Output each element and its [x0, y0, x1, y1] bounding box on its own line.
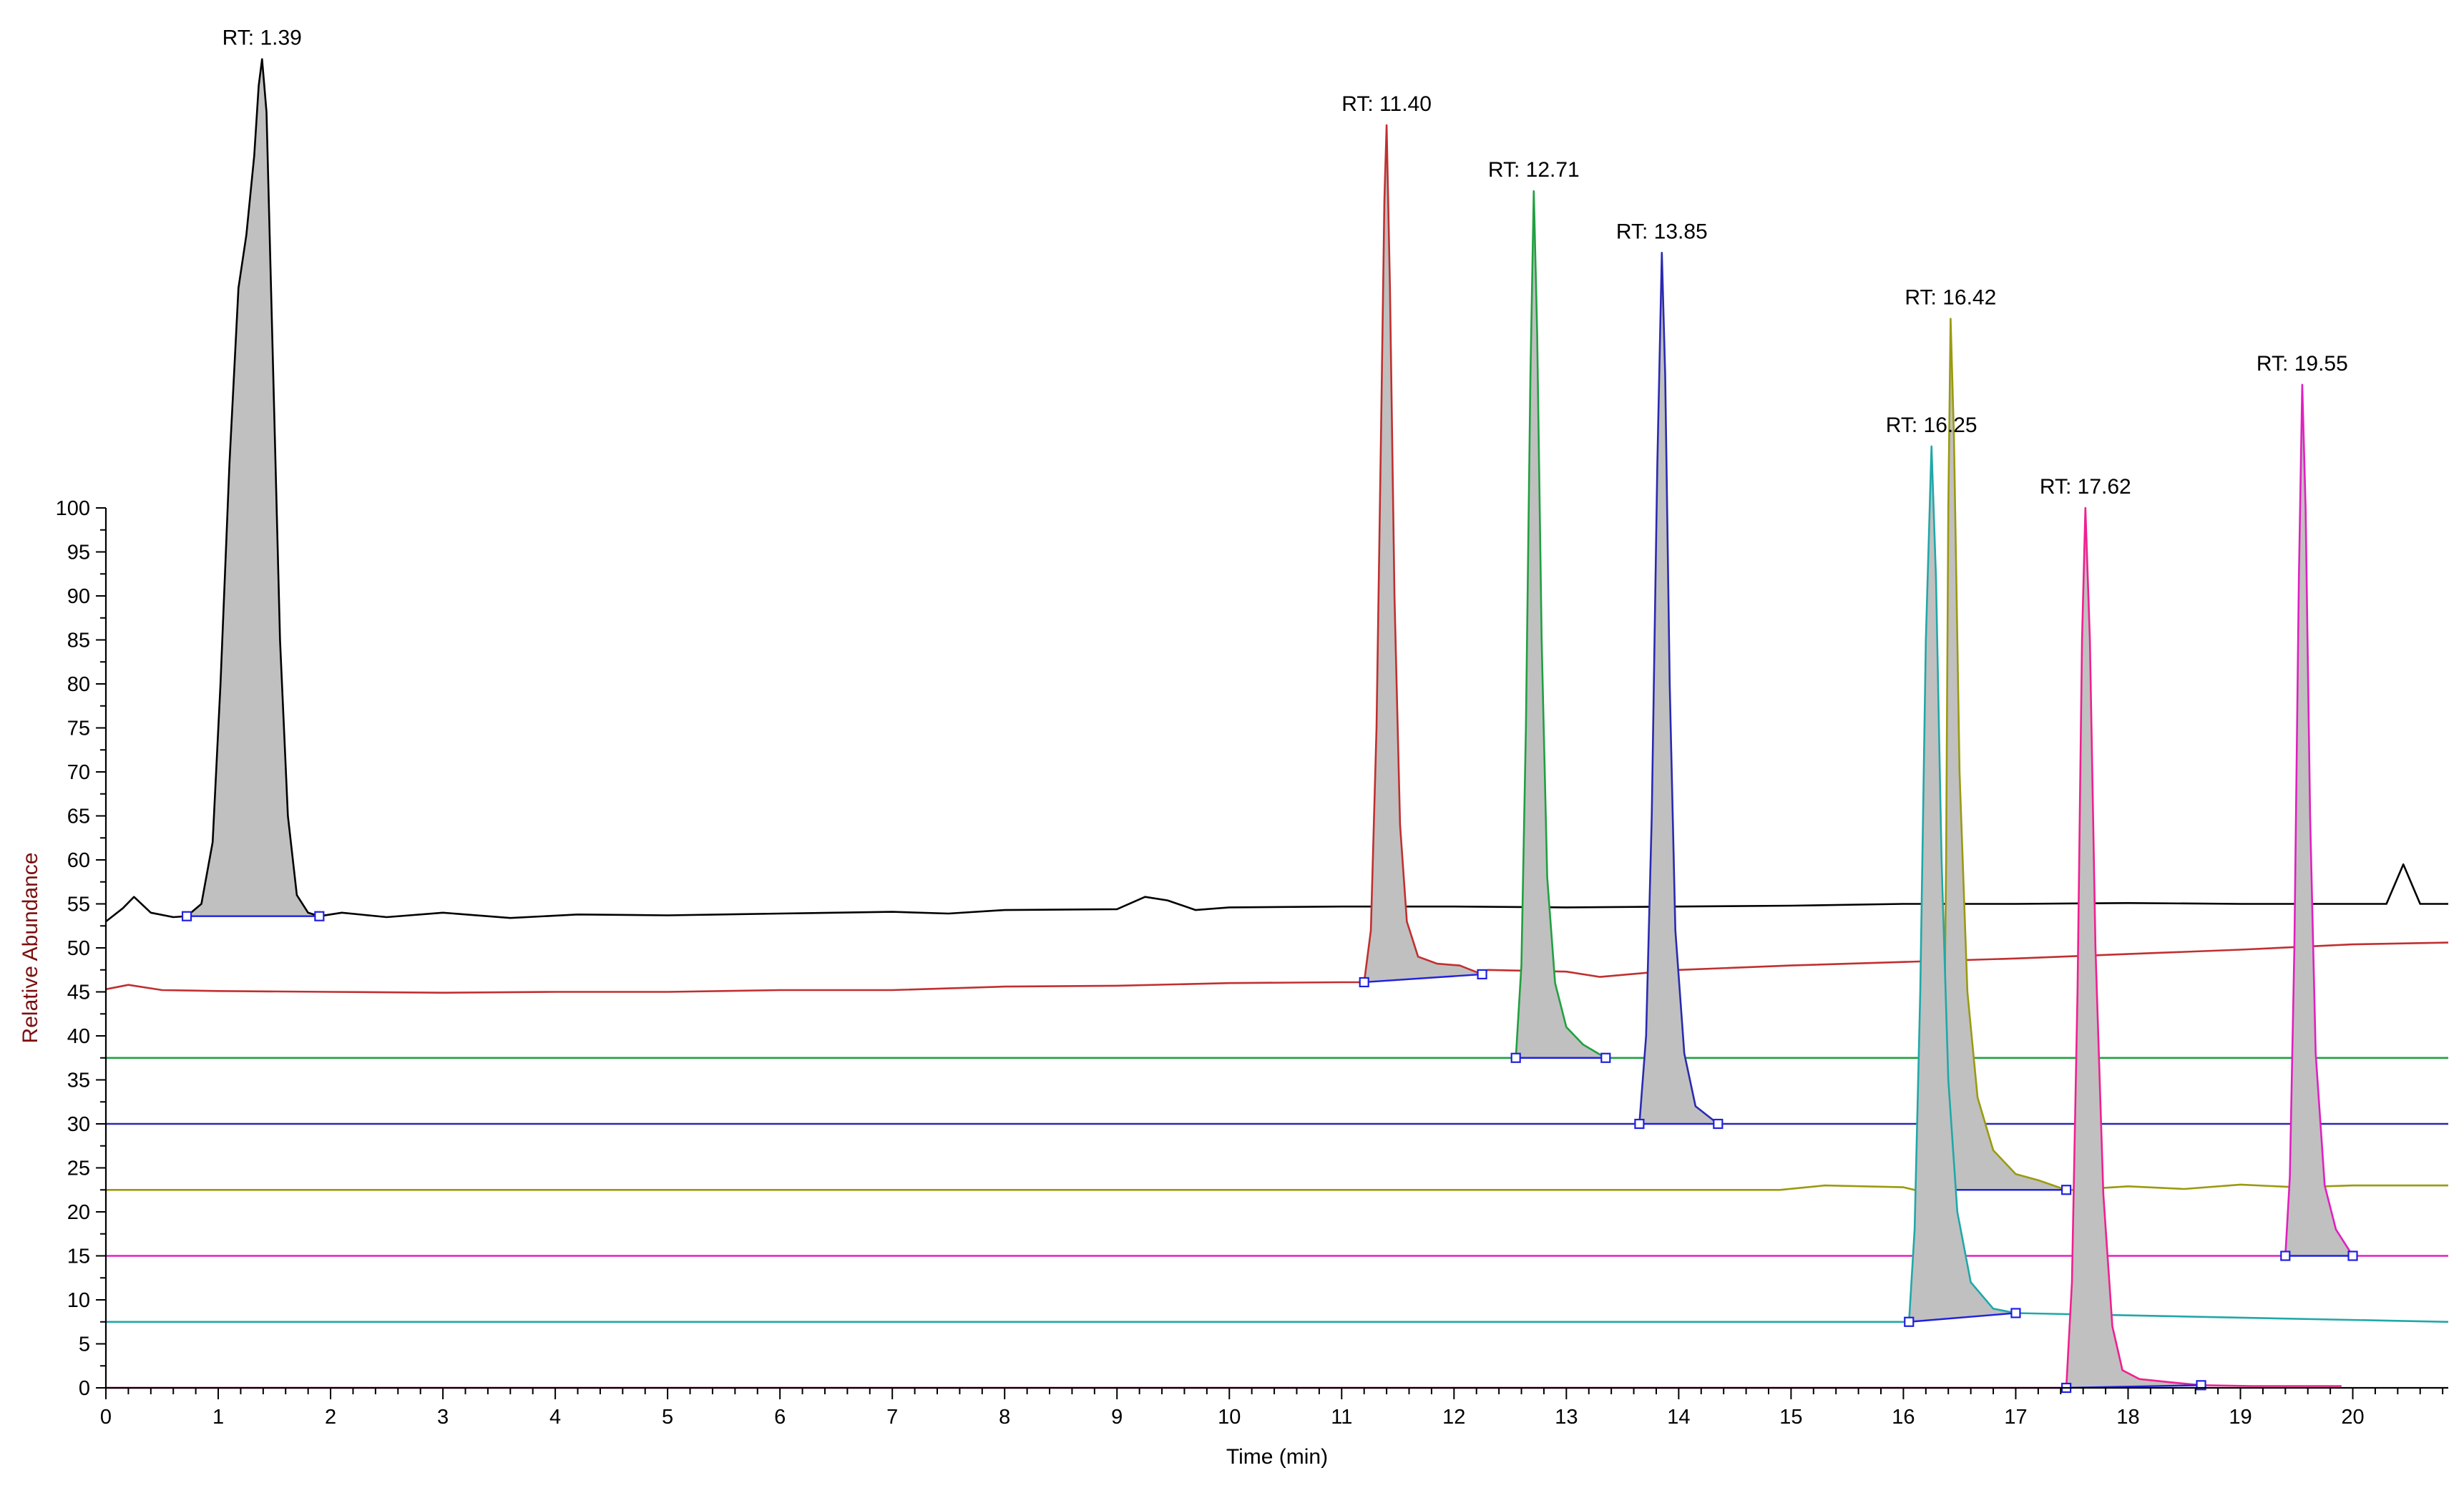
x-tick-label: 2: [325, 1406, 336, 1429]
peak-label-0: RT: 1.39: [223, 26, 302, 50]
integration-marker-6-1: [2010, 1308, 2021, 1318]
y-tick-label: 25: [67, 1157, 90, 1180]
y-ticks: 0 5 10 15 20 25 30 35 40 45 50 55 60 65 70 75 80 85 90 95 10…: [56, 497, 106, 1400]
integration-marker-2-1: [1600, 1052, 1611, 1063]
integration-marker-3-1: [1713, 1118, 1724, 1130]
y-tick-label: 100: [56, 497, 90, 520]
y-tick-label: 85: [67, 630, 90, 652]
x-ticks: 0 1 2 3 4 5 6 7 8 9 10 11 12 13 14 15 16 17 18 19 20: [100, 1388, 2444, 1429]
peak-area-3: [1639, 253, 1719, 1124]
peak-label-2: RT: 12.71: [1488, 158, 1580, 182]
y-tick-label: 80: [67, 673, 90, 696]
integration-marker-1-0: [1359, 976, 1369, 988]
y-tick-label: 95: [67, 542, 90, 564]
x-tick-label: 3: [437, 1406, 449, 1429]
x-tick-label: 14: [1667, 1406, 1690, 1429]
y-tick-label: 60: [67, 849, 90, 872]
y-tick-label: 90: [67, 585, 90, 608]
y-tick-label: 40: [67, 1025, 90, 1048]
x-tick-label: 9: [1111, 1406, 1123, 1429]
x-tick-label: 1: [212, 1406, 224, 1429]
x-tick-label: 8: [999, 1406, 1010, 1429]
y-tick-label: 55: [67, 894, 90, 916]
peak-label-1: RT: 11.40: [1341, 92, 1432, 116]
y-axis-title: Relative Abundance: [19, 853, 42, 1044]
y-tick-label: 35: [67, 1070, 90, 1092]
chromatogram-traces: [105, 58, 2449, 1394]
peak-area-2: [1515, 191, 1606, 1058]
x-tick-label: 5: [662, 1406, 673, 1429]
peak-area-1: [1364, 125, 1482, 982]
integration-marker-2-0: [1510, 1052, 1521, 1063]
integration-marker-0-0: [181, 911, 192, 921]
integration-marker-6-0: [1904, 1316, 1915, 1327]
peak-area-4: [1942, 318, 2067, 1190]
x-tick-label: 16: [1892, 1406, 1915, 1429]
x-tick-label: 19: [2229, 1406, 2252, 1429]
integration-marker-5-0: [2280, 1250, 2291, 1261]
chromatogram-chart: 0 1 2 3 4 5 6 7 8 9 10 11 12 13 14 15 16 17 18 19 20 0510152…: [19, 26, 2449, 1469]
integration-marker-3-0: [1634, 1118, 1645, 1130]
integration-marker-1-1: [1477, 969, 1487, 980]
peak-label-5: RT: 19.55: [2257, 352, 2348, 376]
x-tick-label: 18: [2116, 1406, 2139, 1429]
y-tick-label: 5: [79, 1333, 90, 1356]
x-axis-title: Time (min): [1226, 1445, 1328, 1469]
x-tick-label: 20: [2341, 1406, 2364, 1429]
y-tick-label: 15: [67, 1245, 90, 1268]
y-tick-label: 10: [67, 1289, 90, 1312]
x-tick-label: 12: [1442, 1406, 1465, 1429]
integration-marker-4-1: [2061, 1185, 2072, 1195]
peak-label-4: RT: 16.42: [1905, 286, 1996, 310]
trace-line-1: [105, 124, 2449, 994]
y-tick-label: 20: [67, 1201, 90, 1224]
y-tick-label: 30: [67, 1113, 90, 1136]
x-tick-label: 17: [2004, 1406, 2027, 1429]
x-tick-label: 10: [1218, 1406, 1241, 1429]
x-tick-label: 15: [1779, 1406, 1802, 1429]
x-tick-label: 7: [886, 1406, 898, 1429]
x-tick-label: 11: [1331, 1406, 1352, 1429]
peak-label-7: RT: 17.62: [2040, 475, 2131, 499]
peak-area-0: [187, 59, 320, 916]
peak-labels: RT: 1.39 RT: 11.40 RT: 12.71 RT: 13.85 RT: 1…: [223, 26, 2348, 499]
y-tick-label: 50: [67, 937, 90, 960]
y-tick-label: 70: [67, 761, 90, 784]
integration-marker-5-1: [2347, 1250, 2358, 1261]
x-tick-label: 0: [100, 1406, 112, 1429]
y-tick-label: 45: [67, 982, 90, 1004]
y-tick-label: 65: [67, 806, 90, 828]
y-tick-label: 75: [67, 718, 90, 740]
x-tick-label: 6: [774, 1406, 786, 1429]
x-tick-label: 13: [1555, 1406, 1578, 1429]
peak-label-3: RT: 13.85: [1616, 220, 1708, 243]
trace-line-2: [106, 190, 2448, 1059]
peak-label-6: RT: 16.25: [1886, 413, 1977, 437]
x-tick-label: 4: [549, 1406, 561, 1429]
integration-marker-0-1: [314, 911, 325, 921]
y-tick-label: 0: [79, 1377, 90, 1400]
